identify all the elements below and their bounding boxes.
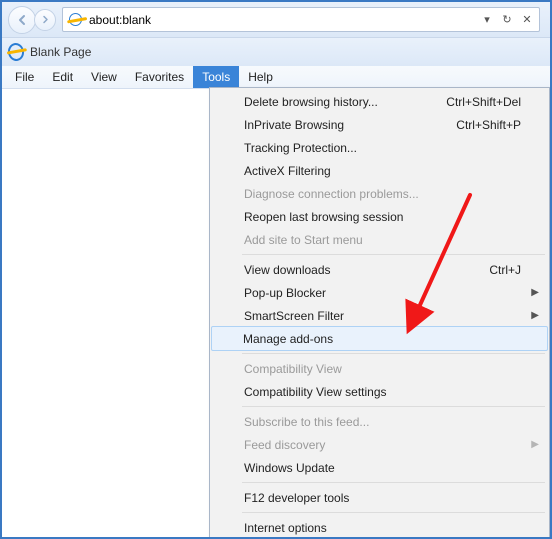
- menu-item-label: Compatibility View: [244, 362, 342, 376]
- menu-separator: [242, 406, 545, 407]
- menu-file[interactable]: File: [6, 66, 43, 88]
- menu-item-pop-up-blocker[interactable]: Pop-up Blocker ▶: [212, 281, 547, 304]
- ie-tab-icon: [8, 44, 24, 60]
- menu-item-shortcut: Ctrl+Shift+P: [456, 118, 521, 132]
- ie-window: ▾ ↻ ✕ Blank Page FileEditViewFavoritesTo…: [0, 0, 552, 539]
- menu-item-internet-options[interactable]: Internet options: [212, 516, 547, 539]
- menu-item-label: Feed discovery: [244, 438, 325, 452]
- menu-edit[interactable]: Edit: [43, 66, 82, 88]
- menu-item-label: Add site to Start menu: [244, 233, 363, 247]
- menu-bar: FileEditViewFavoritesToolsHelp: [2, 66, 550, 89]
- menu-item-add-site-to-start-menu: Add site to Start menu: [212, 228, 547, 251]
- menu-item-label: ActiveX Filtering: [244, 164, 331, 178]
- submenu-arrow-icon: ▶: [531, 287, 539, 298]
- menu-item-subscribe-to-this-feed: Subscribe to this feed...: [212, 410, 547, 433]
- back-button[interactable]: [8, 6, 36, 34]
- menu-item-label: Delete browsing history...: [244, 95, 378, 109]
- nav-buttons: [8, 6, 54, 34]
- address-input[interactable]: [87, 12, 475, 28]
- menu-item-label: View downloads: [244, 263, 331, 277]
- menu-item-label: Subscribe to this feed...: [244, 415, 369, 429]
- submenu-arrow-icon: ▶: [531, 439, 539, 450]
- menu-item-diagnose-connection-problems: Diagnose connection problems...: [212, 182, 547, 205]
- menu-item-tracking-protection[interactable]: Tracking Protection...: [212, 136, 547, 159]
- titlebar: ▾ ↻ ✕: [2, 2, 550, 38]
- tools-menu-dropdown: Delete browsing history... Ctrl+Shift+Del…: [209, 87, 550, 539]
- menu-item-windows-update[interactable]: Windows Update: [212, 456, 547, 479]
- submenu-arrow-icon: ▶: [531, 310, 539, 321]
- menu-item-label: Manage add-ons: [243, 332, 333, 346]
- menu-item-label: Reopen last browsing session: [244, 210, 403, 224]
- menu-separator: [242, 254, 545, 255]
- menu-item-label: Windows Update: [244, 461, 335, 475]
- menu-separator: [242, 512, 545, 513]
- menu-item-shortcut: Ctrl+Shift+Del: [446, 95, 521, 109]
- tab-title[interactable]: Blank Page: [30, 45, 91, 59]
- menu-favorites[interactable]: Favorites: [126, 66, 193, 88]
- menu-item-feed-discovery: Feed discovery ▶: [212, 433, 547, 456]
- menu-view[interactable]: View: [82, 66, 126, 88]
- menu-item-label: Compatibility View settings: [244, 385, 387, 399]
- menu-item-label: Pop-up Blocker: [244, 286, 326, 300]
- menu-item-activex-filtering[interactable]: ActiveX Filtering: [212, 159, 547, 182]
- menu-item-shortcut: Ctrl+J: [489, 263, 521, 277]
- refresh-icon[interactable]: ↻: [499, 12, 515, 28]
- menu-item-label: Internet options: [244, 521, 327, 535]
- menu-separator: [242, 353, 545, 354]
- menu-separator: [242, 482, 545, 483]
- menu-item-view-downloads[interactable]: View downloads Ctrl+J: [212, 258, 547, 281]
- forward-button[interactable]: [34, 9, 56, 31]
- menu-help[interactable]: Help: [239, 66, 282, 88]
- menu-item-label: Tracking Protection...: [244, 141, 357, 155]
- dropdown-icon[interactable]: ▾: [479, 12, 495, 28]
- menu-item-label: Diagnose connection problems...: [244, 187, 419, 201]
- menu-item-smartscreen-filter[interactable]: SmartScreen Filter ▶: [212, 304, 547, 327]
- menu-item-delete-browsing-history[interactable]: Delete browsing history... Ctrl+Shift+Del: [212, 90, 547, 113]
- menu-item-inprivate-browsing[interactable]: InPrivate Browsing Ctrl+Shift+P: [212, 113, 547, 136]
- stop-icon[interactable]: ✕: [519, 12, 535, 28]
- menu-item-manage-add-ons[interactable]: Manage add-ons: [211, 326, 548, 351]
- menu-item-reopen-last-browsing-session[interactable]: Reopen last browsing session: [212, 205, 547, 228]
- address-bar[interactable]: ▾ ↻ ✕: [62, 7, 540, 32]
- menu-item-label: SmartScreen Filter: [244, 309, 344, 323]
- menu-item-label: F12 developer tools: [244, 491, 349, 505]
- tab-bar: Blank Page: [2, 38, 550, 66]
- menu-item-compatibility-view-settings[interactable]: Compatibility View settings: [212, 380, 547, 403]
- menu-item-compatibility-view: Compatibility View: [212, 357, 547, 380]
- menu-tools[interactable]: Tools: [193, 66, 239, 88]
- menu-item-label: InPrivate Browsing: [244, 118, 344, 132]
- ie-page-icon: [67, 12, 83, 28]
- menu-item-f12-developer-tools[interactable]: F12 developer tools: [212, 486, 547, 509]
